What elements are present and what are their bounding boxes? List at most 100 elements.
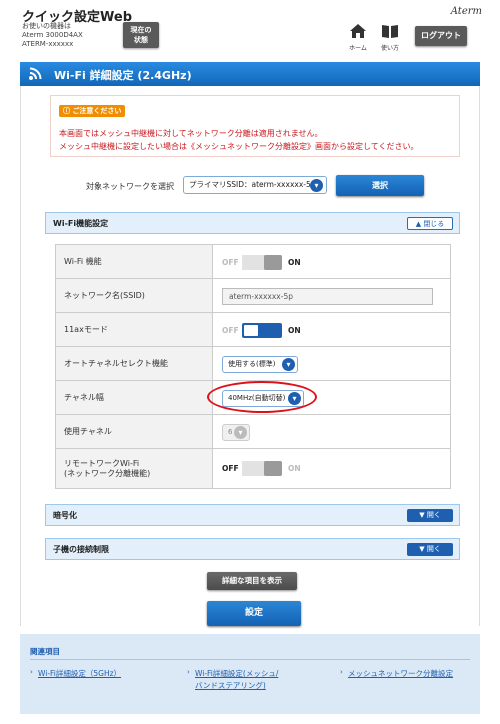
caution-badge: ⓘ ご注意ください — [59, 105, 126, 117]
status-button-label: 現在の — [130, 26, 152, 34]
status-button-label: 状態 — [134, 36, 148, 44]
chevron-down-icon: ▾ — [310, 179, 323, 192]
home-icon — [350, 24, 366, 38]
collapse-button[interactable]: ▲ 閉じる — [407, 217, 453, 230]
row-label: チャネル幅 — [56, 381, 213, 414]
network-select-value: プライマリSSID：aterm-xxxxxx-5p — [189, 180, 316, 189]
toggle-on-label: ON — [288, 258, 301, 267]
toggle-fill — [242, 461, 264, 476]
show-detail-button[interactable]: 詳細な項目を表示 — [207, 572, 297, 590]
related-link-5ghz[interactable]: Wi-Fi詳細設定（5GHz） — [38, 668, 121, 680]
toggle-knob — [264, 255, 282, 270]
expand-label: 開く — [426, 545, 441, 553]
table-row: ネットワーク名(SSID) aterm-xxxxxx-5p — [56, 279, 450, 313]
row-label-line: リモートワークWi-Fi — [64, 458, 140, 468]
row-label: 使用チャネル — [56, 415, 213, 448]
expand-button[interactable]: ▼ 開く — [407, 543, 453, 556]
wifi-settings-table: Wi-Fi 機能 OFF ON ネットワーク名(SSID) aterm-xxxx… — [55, 244, 451, 489]
row-label: ネットワーク名(SSID) — [56, 279, 213, 312]
link-line: Wi-Fi詳細設定(メッシュ/ — [195, 669, 279, 678]
book-icon — [382, 25, 398, 38]
auto-channel-select[interactable]: 使用する(標準) ▾ — [222, 356, 298, 373]
related-link-mesh-band-steering[interactable]: Wi-Fi詳細設定(メッシュ/ バンドステアリング) — [195, 668, 278, 692]
brand-logo: Aterm — [450, 6, 482, 17]
current-status-button[interactable]: 現在の 状態 — [123, 22, 159, 48]
device-info-line: お使いの機器は — [22, 22, 71, 30]
section-title: 暗号化 — [53, 511, 77, 520]
row-label: オートチャネルセレクト機能 — [56, 347, 213, 380]
client-limit-section-header[interactable]: 子機の接続制限 ▼ 開く — [45, 538, 460, 560]
header: クイック設定Web お使いの機器は Aterm 3000D4AX ATERM-x… — [0, 0, 500, 60]
toggle-off-label: OFF — [222, 326, 239, 335]
toggle-track — [242, 461, 282, 476]
caution-badge-label: ご注意ください — [72, 107, 122, 115]
highlight-annotation — [207, 381, 317, 413]
related-title: 関連項目 — [30, 647, 60, 656]
row-value: OFF ON — [213, 313, 450, 346]
caution-line: メッシュ中継機に設定したい場合は《メッシュネットワーク分離設定》画面から設定して… — [59, 142, 419, 151]
expand-label: 開く — [426, 511, 441, 519]
caution-icon: ⓘ — [63, 107, 70, 115]
toggle-track — [242, 255, 282, 270]
toggle-fill — [242, 255, 264, 270]
chevron-down-icon: ▾ — [234, 426, 247, 439]
caution-box: ⓘ ご注意ください 本画面ではメッシュ中継機に対してネットワーク分離は適用されま… — [50, 95, 460, 157]
collapse-label: 閉じる — [423, 220, 445, 228]
toggle-knob — [244, 325, 258, 336]
toggle-knob — [264, 461, 282, 476]
toggle-off-label: OFF — [222, 258, 239, 267]
related-link-mesh-separation[interactable]: メッシュネットワーク分離設定 — [348, 668, 453, 680]
network-select-label: 対象ネットワークを選択 — [86, 182, 174, 191]
row-label: リモートワークWi-Fi (ネットワーク分離機能) — [56, 449, 213, 488]
select-button[interactable]: 選択 — [336, 175, 424, 196]
row-label: 11axモード — [56, 313, 213, 346]
wifi-function-section-header[interactable]: Wi-Fi機能設定 ▲ 閉じる — [45, 212, 460, 234]
caution-text: 本画面ではメッシュ中継機に対してネットワーク分離は適用されません。 メッシュ中継… — [59, 127, 419, 153]
toggle-on-label: ON — [288, 326, 301, 335]
ssid-field[interactable]: aterm-xxxxxx-5p — [222, 288, 433, 305]
help-button[interactable]: 使い方 — [377, 23, 403, 53]
table-row: リモートワークWi-Fi (ネットワーク分離機能) OFF ON — [56, 449, 450, 488]
row-value: 6 ▾ — [213, 415, 450, 448]
toggle-track — [242, 323, 282, 338]
select-value: 使用する(標準) — [228, 360, 276, 368]
table-row: オートチャネルセレクト機能 使用する(標準) ▾ — [56, 347, 450, 381]
row-label: Wi-Fi 機能 — [56, 245, 213, 278]
channel-select[interactable]: 6 ▾ — [222, 424, 250, 441]
help-label: 使い方 — [380, 45, 399, 52]
home-button[interactable]: ホーム — [346, 23, 370, 53]
toggle-on-label: ON — [288, 464, 301, 473]
row-label-line: (ネットワーク分離機能) — [64, 468, 151, 478]
table-row: 使用チャネル 6 ▾ — [56, 415, 450, 449]
row-value: aterm-xxxxxx-5p — [213, 279, 450, 312]
device-name: ATERM-xxxxxx — [22, 40, 74, 48]
related-items: 関連項目 › Wi-Fi詳細設定（5GHz） › Wi-Fi詳細設定(メッシュ/… — [20, 634, 480, 714]
table-row: 11axモード OFF ON — [56, 313, 450, 347]
device-info: お使いの機器は Aterm 3000D4AX ATERM-xxxxxx — [22, 22, 83, 49]
toggle-off-label: OFF — [222, 464, 239, 473]
expand-button[interactable]: ▼ 開く — [407, 509, 453, 522]
section-title: Wi-Fi機能設定 — [53, 219, 109, 228]
page-title-bar: Wi-Fi 詳細設定 (2.4GHz) — [20, 62, 480, 86]
device-model: Aterm 3000D4AX — [22, 31, 83, 39]
chevron-down-icon: ▼ — [419, 545, 425, 553]
chevron-down-icon: ▼ — [419, 511, 425, 519]
caution-line: 本画面ではメッシュ中継機に対してネットワーク分離は適用されません。 — [59, 129, 323, 138]
bullet-icon: › — [187, 668, 190, 676]
table-row: Wi-Fi 機能 OFF ON — [56, 245, 450, 279]
row-value: OFF ON — [213, 449, 450, 488]
select-value: 6 — [228, 428, 233, 436]
bullet-icon: › — [340, 668, 343, 676]
page-title: Wi-Fi 詳細設定 (2.4GHz) — [54, 69, 192, 82]
encryption-section-header[interactable]: 暗号化 ▼ 開く — [45, 504, 460, 526]
row-value: OFF ON — [213, 245, 450, 278]
related-divider — [30, 659, 470, 660]
link-line: バンドステアリング) — [195, 681, 266, 690]
section-title: 子機の接続制限 — [53, 545, 109, 554]
chevron-up-icon: ▲ — [415, 220, 422, 228]
home-label: ホーム — [349, 45, 367, 52]
set-button[interactable]: 設定 — [207, 601, 301, 626]
network-select[interactable]: プライマリSSID：aterm-xxxxxx-5p ▾ — [183, 176, 327, 194]
logout-button[interactable]: ログアウト — [415, 26, 467, 46]
row-value: 使用する(標準) ▾ — [213, 347, 450, 380]
